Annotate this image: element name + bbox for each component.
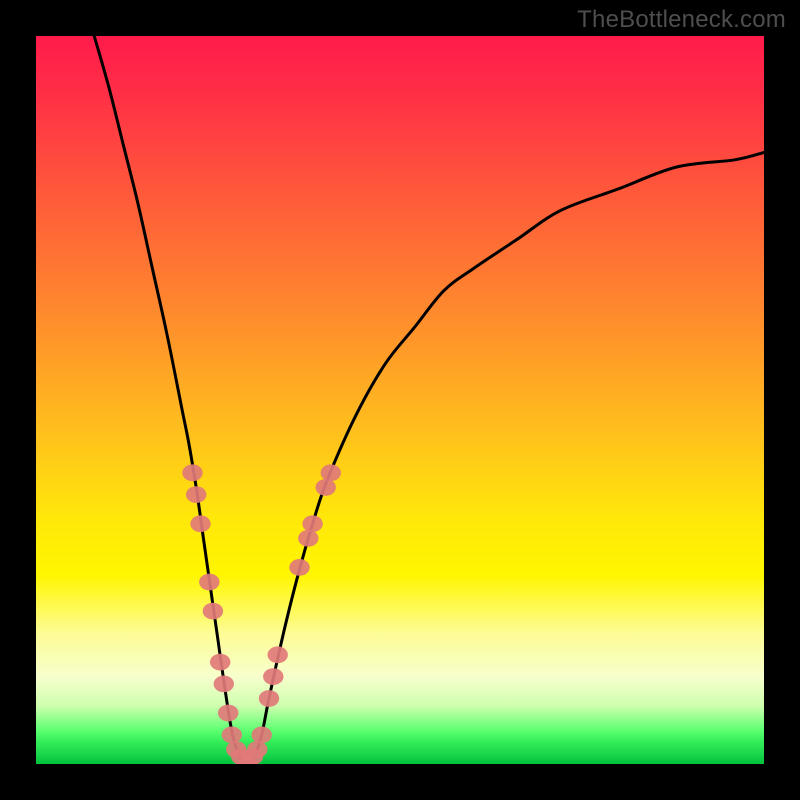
data-marker bbox=[214, 676, 234, 693]
data-marker bbox=[298, 530, 318, 547]
data-marker bbox=[218, 705, 238, 722]
data-marker bbox=[247, 741, 267, 758]
chart-svg bbox=[36, 36, 764, 764]
data-marker bbox=[190, 515, 210, 532]
outer-frame: TheBottleneck.com bbox=[0, 0, 800, 800]
data-marker bbox=[268, 646, 288, 663]
data-marker bbox=[210, 654, 230, 671]
data-marker bbox=[289, 559, 309, 576]
data-marker bbox=[259, 690, 279, 707]
data-marker bbox=[199, 574, 219, 591]
data-marker bbox=[203, 603, 223, 620]
data-marker bbox=[222, 727, 242, 744]
data-marker bbox=[182, 464, 202, 481]
data-marker bbox=[263, 668, 283, 685]
plot-area bbox=[36, 36, 764, 764]
data-marker bbox=[252, 727, 272, 744]
data-marker bbox=[186, 486, 206, 503]
bottleneck-curve bbox=[94, 36, 764, 764]
data-marker bbox=[316, 479, 336, 496]
data-marker bbox=[302, 515, 322, 532]
attribution-text: TheBottleneck.com bbox=[577, 6, 786, 34]
data-marker bbox=[321, 464, 341, 481]
